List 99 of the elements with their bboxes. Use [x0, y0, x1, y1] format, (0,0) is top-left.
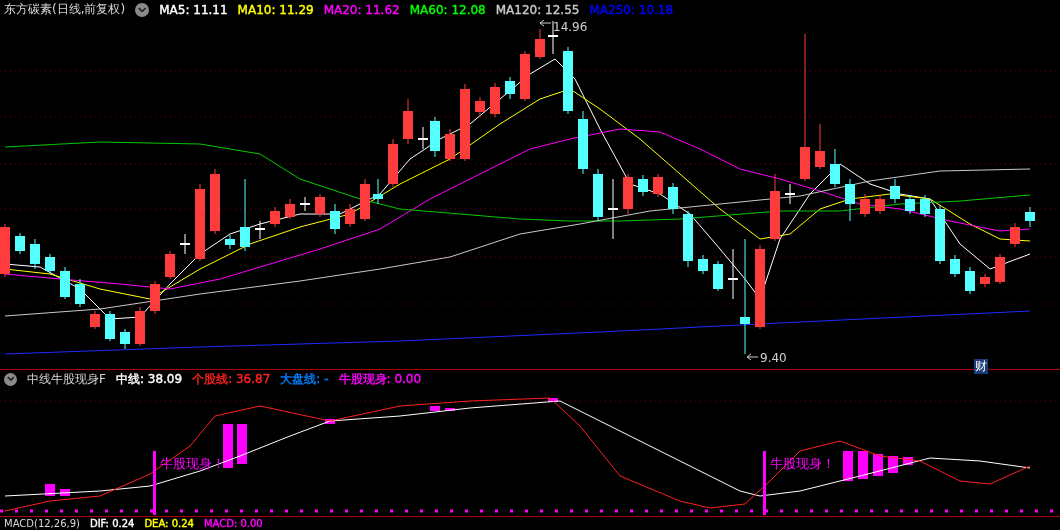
low-price-label: 9.40 — [760, 351, 787, 365]
candlestick — [210, 168, 220, 235]
candlestick — [995, 253, 1005, 285]
moving-average-value: MA60: 12.08 — [409, 2, 486, 17]
signal-bar — [903, 457, 913, 465]
candlestick — [45, 253, 55, 275]
candlestick — [430, 116, 440, 158]
candlestick — [520, 50, 530, 102]
candlestick — [330, 203, 340, 235]
candlestick — [300, 196, 310, 212]
candlestick — [60, 266, 70, 300]
signal-bar — [858, 451, 868, 479]
candlestick — [255, 220, 265, 240]
macd-title: MACD(12,26,9) — [4, 518, 80, 529]
candlestick — [920, 194, 930, 218]
indicator-value: 个股线: 36.87 — [192, 370, 271, 388]
candlestick — [225, 234, 235, 250]
candlestick — [935, 204, 945, 265]
candlestick — [890, 178, 900, 204]
high-marker-arrow-icon — [539, 19, 552, 27]
candlestick — [770, 173, 780, 242]
finance-badge[interactable]: 财 — [974, 359, 988, 374]
candlestick — [860, 193, 870, 218]
candlestick — [713, 260, 723, 292]
candlestick — [593, 168, 603, 222]
moving-average-value: MA5: 11.11 — [159, 2, 228, 17]
candlestick — [950, 254, 960, 278]
candlestick — [180, 233, 190, 255]
candlestick — [535, 28, 545, 60]
indicator-value: 大盘线: - — [280, 370, 329, 388]
candlestick — [475, 96, 485, 118]
macd-value: DIF: 0.24 — [89, 518, 135, 529]
candlestick — [905, 194, 915, 215]
candlestick — [0, 223, 10, 278]
candlestick — [505, 76, 515, 100]
indicator-value: 牛股现身: 0.00 — [338, 370, 422, 388]
candlestick — [698, 254, 708, 275]
candlestick — [150, 280, 160, 315]
signal-bar — [223, 424, 233, 468]
candlestick — [360, 178, 370, 222]
candlestick — [623, 173, 633, 215]
candlestick — [980, 273, 990, 288]
candlestick — [270, 206, 280, 228]
signal-bar — [888, 456, 898, 473]
candlestick — [1025, 206, 1035, 228]
stock-title: 东方碳素(日线,前复权) — [4, 1, 126, 18]
candlestick — [875, 194, 885, 215]
moving-average-value: MA120: 12.55 — [495, 2, 580, 17]
candlestick — [653, 173, 663, 198]
candlestick — [785, 183, 795, 205]
signal-bar — [430, 406, 440, 411]
candlestick — [418, 126, 428, 150]
candlestick — [165, 250, 175, 280]
moving-average-value: MA20: 11.62 — [323, 2, 400, 17]
candlestick — [120, 328, 130, 350]
candlestick — [638, 174, 648, 197]
dropdown-toggle-icon[interactable] — [4, 372, 17, 386]
candlestick — [388, 138, 398, 188]
candlestick — [373, 178, 383, 205]
candlestick — [668, 182, 678, 215]
signal-bar — [843, 451, 853, 481]
signal-bar — [237, 424, 247, 464]
candlestick — [830, 148, 840, 188]
candlestick — [608, 178, 618, 240]
candlestick — [728, 248, 738, 300]
candlestick — [105, 310, 115, 342]
indicator-title: 中线牛股现身F — [27, 370, 106, 388]
signal-bar — [45, 484, 55, 496]
candlestick — [578, 110, 588, 175]
candlestick — [563, 46, 573, 115]
candlestick — [815, 123, 825, 170]
candlestick — [403, 98, 413, 145]
candlestick — [15, 232, 25, 255]
moving-average-value: MA10: 11.29 — [237, 2, 314, 17]
candlestick — [315, 193, 325, 218]
signal-bar — [445, 408, 455, 411]
candlestick — [845, 178, 855, 222]
candlestick — [683, 210, 693, 268]
macd-value: MACD: 0.00 — [203, 518, 263, 529]
signal-bar — [60, 489, 70, 496]
low-marker-arrow-icon — [746, 353, 759, 361]
macd-value: DEA: 0.24 — [144, 518, 194, 529]
candlestick — [30, 238, 40, 270]
candlestick — [90, 310, 100, 330]
candlestick — [490, 82, 500, 118]
candlestick — [965, 266, 975, 295]
dropdown-toggle-icon[interactable] — [135, 2, 150, 17]
signal-bar — [873, 454, 883, 476]
candlestick — [135, 306, 145, 347]
high-price-label: 14.96 — [553, 20, 588, 34]
candlestick — [445, 128, 455, 162]
signal-bar — [325, 419, 335, 424]
candlestick — [285, 198, 295, 220]
candlestick — [345, 203, 355, 228]
candlestick — [1010, 222, 1020, 248]
candlestick — [75, 278, 85, 308]
moving-average-value: MA250: 10.18 — [589, 2, 674, 17]
indicator-value: 中线: 38.09 — [115, 370, 183, 388]
signal-bar — [548, 398, 558, 402]
